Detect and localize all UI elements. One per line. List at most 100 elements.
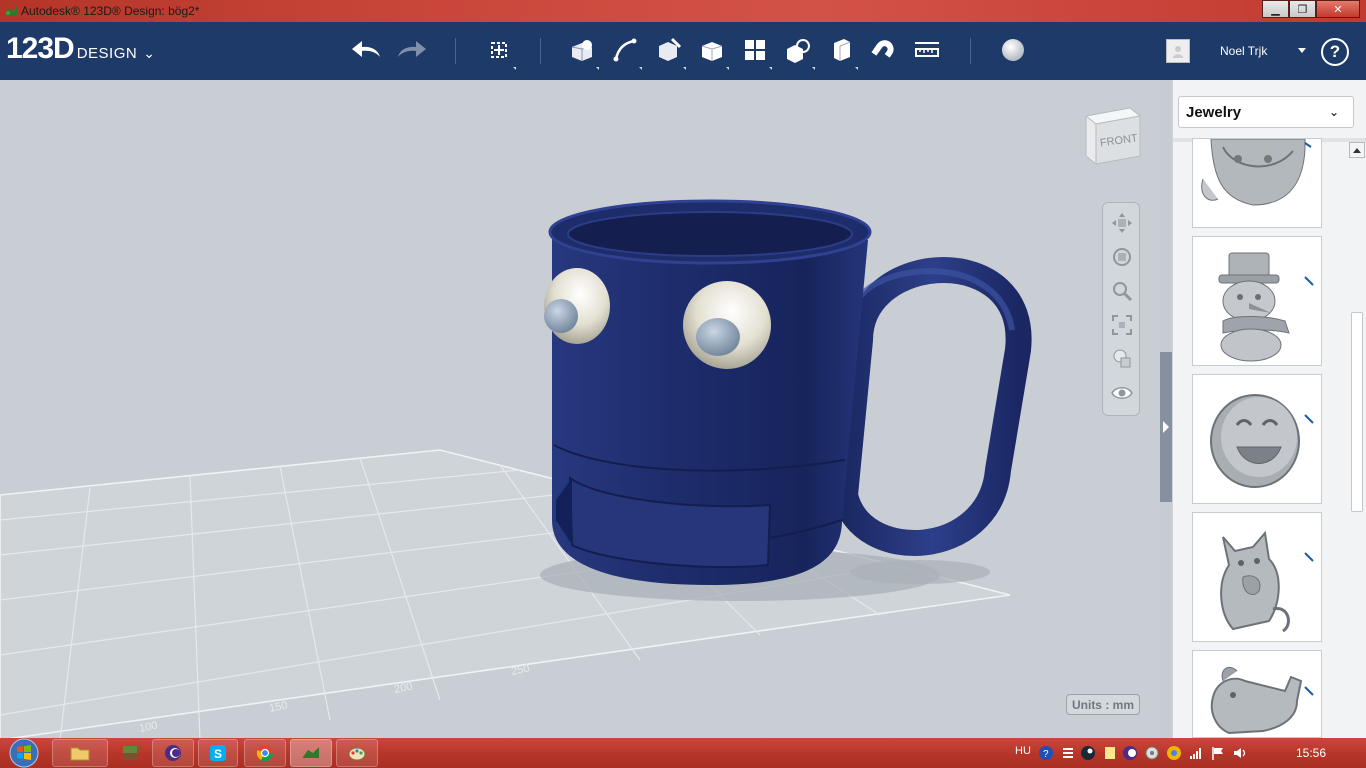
ruler-button[interactable] — [910, 34, 944, 66]
right-eye[interactable] — [683, 281, 771, 369]
system-tray: HU ? 15:56 — [1010, 738, 1366, 768]
scroll-up-button[interactable] — [1349, 142, 1365, 158]
zoom-button[interactable] — [1108, 277, 1136, 305]
transform-icon — [491, 42, 507, 58]
chevron-down-icon: ⌄ — [1328, 105, 1339, 119]
library-item-snowman[interactable] — [1192, 236, 1322, 366]
sketch-button[interactable] — [608, 34, 642, 70]
close-button[interactable]: ✕ — [1316, 0, 1360, 18]
visibility-button[interactable] — [1108, 379, 1136, 407]
chrome-tray-icon[interactable] — [1166, 745, 1182, 761]
help-icon: ? — [1329, 42, 1341, 61]
scroll-thumb[interactable] — [1351, 312, 1363, 512]
construct-button[interactable] — [652, 34, 686, 70]
settings-tray-icon[interactable] — [1144, 745, 1160, 761]
grouping-icon — [787, 39, 810, 63]
help-button[interactable]: ? — [1321, 38, 1349, 66]
taskbar-skype[interactable]: S — [198, 739, 238, 767]
panel-splitter[interactable] — [1160, 80, 1172, 738]
pan-button[interactable] — [1108, 209, 1136, 237]
pattern-button[interactable] — [738, 34, 772, 70]
taskbar-minecraft[interactable] — [110, 739, 150, 767]
library-item-smiley[interactable] — [1192, 374, 1322, 504]
santa-charm-thumbnail — [1201, 139, 1312, 206]
grouping-button[interactable] — [781, 34, 815, 70]
3d-viewport[interactable]: 100 150 200 250 FRONT Units: mm — [0, 80, 1160, 738]
view-cube[interactable]: FRONT — [1078, 98, 1146, 168]
eclipse-icon — [165, 745, 181, 761]
library-item-santa[interactable] — [1192, 138, 1322, 228]
eclipse-tray-icon[interactable] — [1122, 745, 1138, 761]
language-indicator[interactable]: HU — [1015, 745, 1031, 757]
orbit-icon — [1113, 248, 1131, 266]
eye-icon — [1111, 387, 1133, 399]
redo-button[interactable] — [394, 34, 428, 66]
taskbar-chrome[interactable] — [244, 739, 286, 767]
window-title-bar: Autodesk® 123D® Design: bög2* ▁ ❐ ✕ — [0, 0, 1366, 22]
logo-number: 123D — [6, 32, 75, 65]
perspective-button[interactable] — [1108, 345, 1136, 373]
undo-button[interactable] — [350, 34, 384, 66]
taskbar-paint[interactable] — [336, 739, 378, 767]
units-indicator[interactable]: Units : mm — [1066, 694, 1140, 715]
notes-icon[interactable] — [1102, 745, 1118, 761]
library-item-dog[interactable] — [1192, 650, 1322, 738]
material-icon — [1002, 39, 1024, 61]
logo-word: DESIGN — [76, 45, 138, 62]
user-name[interactable]: Noel Trjk — [1220, 44, 1267, 58]
maximize-icon: ❐ — [1297, 3, 1308, 16]
mug-handle[interactable] — [832, 257, 1032, 556]
fit-icon — [1112, 315, 1132, 335]
measure-button[interactable] — [867, 34, 901, 66]
construct-icon — [659, 37, 682, 61]
start-button[interactable] — [6, 738, 42, 768]
network-options-icon[interactable] — [1060, 745, 1076, 761]
minecraft-icon — [123, 746, 137, 760]
library-item-cat[interactable] — [1192, 512, 1322, 642]
user-menu-caret-icon[interactable] — [1298, 48, 1306, 53]
flag-icon[interactable] — [1210, 745, 1226, 761]
app-menu-logo[interactable]: 123D DESIGN ⌄ — [6, 32, 155, 66]
minimize-button[interactable]: ▁ — [1262, 0, 1289, 18]
close-icon: ✕ — [1333, 3, 1343, 16]
app-icon — [5, 6, 17, 15]
taskbar-clock[interactable]: 15:56 — [1296, 746, 1326, 760]
arrow-up-icon — [1353, 147, 1361, 153]
taskbar-eclipse[interactable] — [152, 739, 194, 767]
modify-button[interactable] — [695, 34, 729, 70]
material-button[interactable] — [996, 34, 1030, 66]
transform-button[interactable] — [482, 34, 516, 70]
redo-icon — [398, 41, 426, 57]
sketch-icon — [613, 38, 637, 62]
taskbar-123d-design[interactable] — [290, 739, 332, 767]
scene-canvas[interactable]: 100 150 200 250 — [0, 80, 1160, 738]
window-title: Autodesk® 123D® Design: bög2* — [21, 4, 200, 18]
taskbar-explorer[interactable] — [52, 739, 108, 767]
parts-library-panel: Jewelry ⌄ — [1172, 80, 1366, 738]
perspective-icon — [1113, 349, 1131, 368]
left-eye[interactable] — [544, 268, 610, 344]
fit-button[interactable] — [1108, 311, 1136, 339]
user-avatar[interactable] — [1166, 39, 1190, 63]
primitives-icon — [571, 40, 593, 61]
mug-body[interactable] — [548, 199, 872, 585]
primitives-button[interactable] — [565, 34, 599, 70]
help-tray-icon[interactable]: ? — [1038, 745, 1054, 761]
undo-icon — [352, 41, 380, 57]
folder-icon — [70, 747, 90, 761]
panel-scrollbar[interactable] — [1349, 142, 1365, 738]
steam-icon[interactable] — [1080, 745, 1096, 761]
123d-design-icon — [303, 747, 319, 758]
pan-icon — [1112, 213, 1132, 233]
category-dropdown[interactable]: Jewelry ⌄ — [1178, 96, 1354, 128]
maximize-button[interactable]: ❐ — [1289, 0, 1316, 18]
pattern-icon — [745, 40, 765, 60]
grid-tick-label: 200 — [393, 680, 413, 696]
combine-button[interactable] — [824, 34, 858, 70]
windows-taskbar: S HU ? 15:56 — [0, 738, 1366, 768]
snowman-charm-thumbnail — [1218, 252, 1314, 362]
volume-icon[interactable] — [1232, 745, 1248, 761]
smiley-charm-thumbnail — [1210, 394, 1314, 488]
signal-icon[interactable] — [1188, 745, 1204, 761]
orbit-button[interactable] — [1108, 243, 1136, 271]
